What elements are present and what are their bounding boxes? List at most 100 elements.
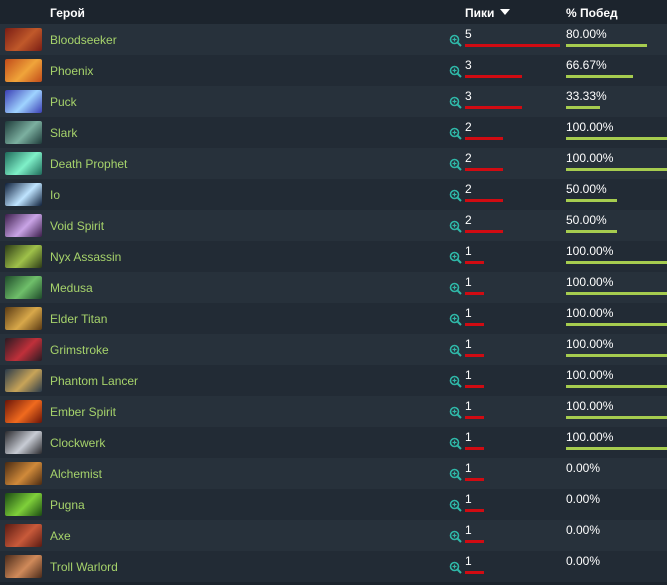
hero-name-link[interactable]: Death Prophet xyxy=(50,157,127,171)
hero-name-link[interactable]: Phoenix xyxy=(50,64,93,78)
hero-avatar[interactable] xyxy=(5,214,42,237)
zoom-in-icon[interactable] xyxy=(449,220,462,233)
picks-value: 2 xyxy=(465,151,472,165)
zoom-in-icon[interactable] xyxy=(449,344,462,357)
picks-bar xyxy=(465,137,503,140)
picks-bar xyxy=(465,106,522,109)
hero-avatar[interactable] xyxy=(5,369,42,392)
zoom-in-icon[interactable] xyxy=(449,468,462,481)
zoom-in-icon[interactable] xyxy=(449,189,462,202)
winrate-bar xyxy=(566,447,667,450)
hero-name-link[interactable]: Ember Spirit xyxy=(50,405,116,419)
hero-avatar[interactable] xyxy=(5,28,42,51)
winrate-value: 100.00% xyxy=(566,368,614,382)
zoom-in-icon[interactable] xyxy=(449,65,462,78)
zoom-in-icon[interactable] xyxy=(449,96,462,109)
hero-avatar[interactable] xyxy=(5,431,42,454)
sort-desc-icon xyxy=(500,9,511,15)
hero-avatar[interactable] xyxy=(5,152,42,175)
zoom-in-icon[interactable] xyxy=(449,282,462,295)
picks-bar xyxy=(465,447,484,450)
picks-bar xyxy=(465,44,560,47)
hero-name-link[interactable]: Nyx Assassin xyxy=(50,250,121,264)
zoom-in-icon[interactable] xyxy=(449,251,462,264)
zoom-in-icon[interactable] xyxy=(449,158,462,171)
zoom-in-icon[interactable] xyxy=(449,375,462,388)
hero-name-link[interactable]: Slark xyxy=(50,126,77,140)
hero-avatar[interactable] xyxy=(5,307,42,330)
table-row: Nyx Assassin 1 100.00% xyxy=(0,241,667,272)
picks-bar xyxy=(465,261,484,264)
zoom-in-icon[interactable] xyxy=(449,127,462,140)
zoom-in-icon[interactable] xyxy=(449,530,462,543)
picks-bar xyxy=(465,168,503,171)
hero-avatar[interactable] xyxy=(5,524,42,547)
winrate-value: 0.00% xyxy=(566,554,601,568)
picks-bar xyxy=(465,478,484,481)
table-row: Medusa 1 100.00% xyxy=(0,272,667,303)
hero-name-link[interactable]: Axe xyxy=(50,529,71,543)
winrate-value: 0.00% xyxy=(566,492,601,506)
table-row: Phantom Lancer 1 100.00% xyxy=(0,365,667,396)
zoom-in-icon[interactable] xyxy=(449,34,462,47)
table-row: Puck 3 33.33% xyxy=(0,86,667,117)
hero-name-link[interactable]: Troll Warlord xyxy=(50,560,118,574)
hero-avatar[interactable] xyxy=(5,462,42,485)
winrate-value: 80.00% xyxy=(566,27,607,41)
winrate-value: 100.00% xyxy=(566,120,614,134)
hero-avatar[interactable] xyxy=(5,183,42,206)
zoom-in-icon[interactable] xyxy=(449,499,462,512)
hero-avatar[interactable] xyxy=(5,555,42,578)
zoom-in-icon[interactable] xyxy=(449,313,462,326)
hero-avatar[interactable] xyxy=(5,338,42,361)
hero-name-link[interactable]: Alchemist xyxy=(50,467,102,481)
hero-name-link[interactable]: Grimstroke xyxy=(50,343,109,357)
hero-name-link[interactable]: Io xyxy=(50,188,60,202)
winrate-bar xyxy=(566,416,667,419)
picks-value: 1 xyxy=(465,275,472,289)
hero-avatar[interactable] xyxy=(5,245,42,268)
winrate-value: 50.00% xyxy=(566,213,607,227)
picks-column-header[interactable]: Пики xyxy=(465,6,511,20)
zoom-in-icon[interactable] xyxy=(449,406,462,419)
picks-value: 2 xyxy=(465,213,472,227)
hero-name-link[interactable]: Elder Titan xyxy=(50,312,107,326)
picks-value: 3 xyxy=(465,58,472,72)
table-row: Death Prophet 2 100.00% xyxy=(0,148,667,179)
hero-avatar[interactable] xyxy=(5,59,42,82)
winrate-bar xyxy=(566,199,617,202)
hero-avatar[interactable] xyxy=(5,493,42,516)
picks-value: 1 xyxy=(465,430,472,444)
picks-bar xyxy=(465,354,484,357)
hero-name-link[interactable]: Medusa xyxy=(50,281,93,295)
hero-name-link[interactable]: Pugna xyxy=(50,498,85,512)
picks-value: 1 xyxy=(465,554,472,568)
picks-bar xyxy=(465,416,484,419)
hero-name-link[interactable]: Phantom Lancer xyxy=(50,374,138,388)
winrate-value: 33.33% xyxy=(566,89,607,103)
winrate-bar xyxy=(566,137,667,140)
winrate-bar xyxy=(566,323,667,326)
table-row: Void Spirit 2 50.00% xyxy=(0,210,667,241)
hero-avatar[interactable] xyxy=(5,121,42,144)
hero-name-link[interactable]: Puck xyxy=(50,95,77,109)
picks-value: 1 xyxy=(465,492,472,506)
winrate-value: 0.00% xyxy=(566,523,601,537)
picks-header-label: Пики xyxy=(465,6,495,20)
hero-avatar[interactable] xyxy=(5,400,42,423)
picks-bar xyxy=(465,292,484,295)
hero-name-link[interactable]: Void Spirit xyxy=(50,219,104,233)
table-row: Phoenix 3 66.67% xyxy=(0,55,667,86)
hero-avatar[interactable] xyxy=(5,276,42,299)
picks-bar xyxy=(465,540,484,543)
hero-name-link[interactable]: Clockwerk xyxy=(50,436,105,450)
hero-column-header[interactable]: Герой xyxy=(50,6,85,20)
winrate-column-header[interactable]: % Побед xyxy=(566,6,618,20)
winrate-value: 100.00% xyxy=(566,399,614,413)
hero-name-link[interactable]: Bloodseeker xyxy=(50,33,117,47)
zoom-in-icon[interactable] xyxy=(449,437,462,450)
zoom-in-icon[interactable] xyxy=(449,561,462,574)
picks-value: 1 xyxy=(465,244,472,258)
winrate-value: 50.00% xyxy=(566,182,607,196)
hero-avatar[interactable] xyxy=(5,90,42,113)
